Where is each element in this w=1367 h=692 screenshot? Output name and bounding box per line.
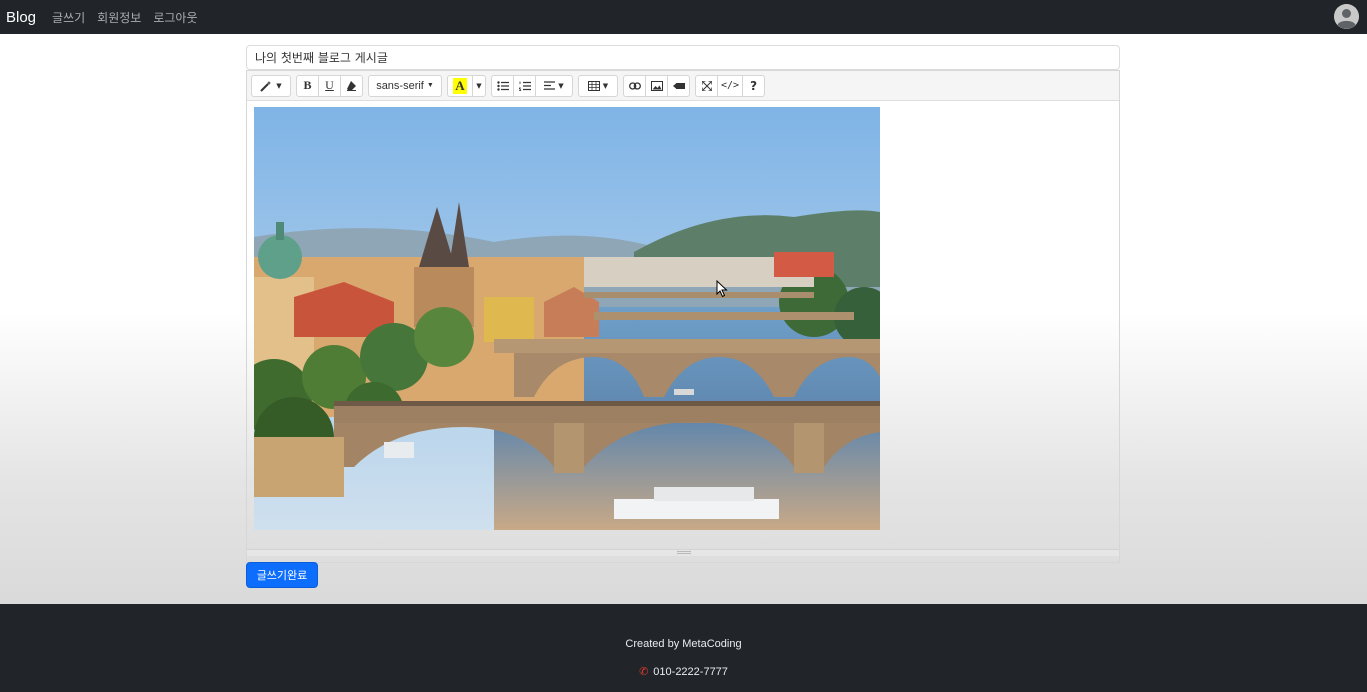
- top-navbar: Blog 글쓰기 회원정보 로그아웃: [0, 0, 1367, 34]
- nav-link-write[interactable]: 글쓰기: [52, 9, 85, 26]
- table-dropdown-button[interactable]: ▼: [578, 74, 618, 97]
- fullscreen-button[interactable]: [695, 74, 718, 97]
- resize-grip-icon: [677, 551, 691, 554]
- font-family-value: sans-serif: [376, 79, 424, 92]
- chevron-down-icon: ▼: [276, 81, 282, 90]
- help-button[interactable]: ?: [742, 74, 766, 97]
- code-icon: </>: [721, 80, 740, 91]
- eraser-icon: [347, 81, 356, 91]
- text-color-icon: A: [453, 77, 467, 94]
- editor-resize-handle[interactable]: [247, 549, 1119, 556]
- footer-phone: ✆ 010-2222-7777: [0, 665, 1367, 679]
- paragraph-align-dropdown[interactable]: ▼: [535, 74, 573, 97]
- font-family-dropdown[interactable]: sans-serif ▼: [368, 74, 442, 97]
- insert-link-button[interactable]: [623, 74, 646, 97]
- embedded-city-bridge-photo[interactable]: [254, 107, 880, 530]
- footer-credit: Created by MetaCoding: [625, 638, 742, 650]
- nav-link-profile[interactable]: 회원정보: [97, 9, 141, 26]
- bold-button[interactable]: B: [296, 74, 319, 97]
- chevron-down-icon: ▼: [426, 82, 434, 89]
- help-icon: ?: [750, 78, 758, 93]
- underline-button[interactable]: U: [318, 74, 341, 97]
- mouse-cursor-icon: [716, 280, 728, 298]
- fullscreen-icon: [701, 80, 712, 91]
- insert-video-button[interactable]: [667, 74, 690, 97]
- code-view-button[interactable]: </>: [717, 74, 744, 97]
- ordered-list-button[interactable]: [513, 74, 536, 97]
- bold-icon: B: [303, 78, 312, 92]
- magic-wand-icon: [260, 80, 272, 92]
- align-left-icon: [544, 81, 556, 90]
- editor-toolbar: ▼ B U sans-serif ▼ A ▼ ▼ ▼ </> ?: [247, 71, 1119, 101]
- chevron-down-icon: ▼: [558, 81, 564, 90]
- phone-icon: ✆: [639, 666, 649, 678]
- brand-link[interactable]: Blog: [6, 9, 36, 26]
- editor-content-area[interactable]: [247, 101, 1119, 556]
- page-footer: Created by MetaCoding ✆ 010-2222-7777: [0, 604, 1367, 692]
- text-color-button[interactable]: A: [447, 74, 473, 97]
- video-icon: [672, 82, 685, 89]
- clear-format-button[interactable]: [340, 74, 363, 97]
- link-icon: [628, 81, 641, 90]
- numbered-list-icon: [518, 81, 531, 91]
- nav-link-logout[interactable]: 로그아웃: [153, 9, 197, 26]
- chevron-down-icon: ▼: [476, 81, 482, 90]
- picture-icon: [650, 80, 663, 91]
- table-icon: [587, 80, 600, 91]
- rich-text-editor: ▼ B U sans-serif ▼ A ▼ ▼ ▼ </> ?: [246, 70, 1120, 563]
- bullet-list-icon: [496, 80, 509, 91]
- user-avatar-icon[interactable]: [1334, 4, 1359, 29]
- text-color-dropdown[interactable]: ▼: [472, 74, 486, 97]
- footer-phone-number: 010-2222-7777: [653, 665, 728, 678]
- style-dropdown-button[interactable]: ▼: [251, 74, 291, 97]
- insert-picture-button[interactable]: [645, 74, 668, 97]
- underline-icon: U: [325, 78, 334, 92]
- submit-post-button[interactable]: 글쓰기완료: [246, 562, 318, 588]
- unordered-list-button[interactable]: [491, 74, 514, 97]
- post-title-input[interactable]: [246, 45, 1120, 70]
- chevron-down-icon: ▼: [602, 81, 609, 90]
